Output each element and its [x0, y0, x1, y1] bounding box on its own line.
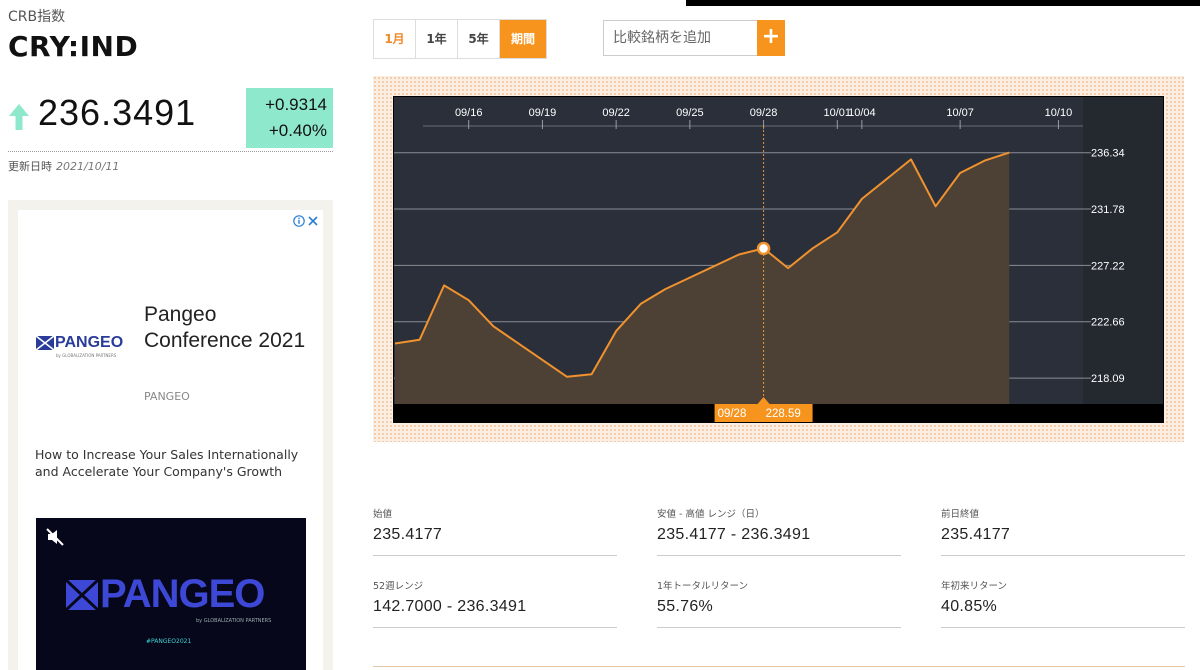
stat-label: 前日終値 [941, 509, 980, 520]
ad-logo-subtitle: by GLOBALIZATION PARTNERS [56, 353, 117, 358]
stat-value: 235.4177 [373, 526, 443, 543]
data-point[interactable] [589, 371, 595, 377]
y-tick-label: 236.34 [1091, 148, 1125, 160]
change-percent: +0.40% [268, 121, 327, 140]
updated-timestamp: 更新日時 2021/10/11 [8, 158, 119, 174]
tab-1-year[interactable]: 1年 [416, 20, 458, 58]
stat-value: 235.4177 - 236.3491 [657, 526, 811, 543]
data-point[interactable] [613, 328, 619, 334]
pangeo-logo-icon [36, 336, 54, 350]
ad-description: How to Increase Your Sales International… [35, 447, 299, 479]
x-tick-label: 09/16 [455, 107, 483, 119]
stat-52week-range: 52週レンジ 142.7000 - 236.3491 [373, 572, 617, 628]
data-point[interactable] [810, 245, 816, 251]
pangeo-video-logo-icon [66, 580, 98, 610]
ad-card[interactable]: PANGEO by GLOBALIZATION PARTNERS Pangeo … [18, 210, 323, 670]
stat-label: 始値 [373, 509, 393, 520]
updated-label: 更新日時 [8, 160, 52, 173]
crosshair-date: 09/28 [718, 408, 747, 420]
x-tick-label: 10/10 [1045, 107, 1073, 119]
ad-title[interactable]: Pangeo Conference 2021 [144, 302, 314, 354]
stat-value: 142.7000 - 236.3491 [373, 598, 527, 615]
stat-ytd-return: 年初来リターン 40.85% [941, 572, 1185, 628]
crosshair-marker [756, 241, 771, 256]
data-point[interactable] [1006, 150, 1012, 156]
index-name: CRB指数 [8, 9, 66, 25]
y-tick-label: 227.22 [1091, 260, 1125, 272]
stat-prev-close: 前日終値 235.4177 [941, 500, 1185, 556]
ad-container: PANGEO by GLOBALIZATION PARTNERS Pangeo … [8, 200, 333, 670]
stat-label: 年初来リターン [941, 581, 1008, 592]
stat-day-range: 安値 - 高値 レンジ（日） 235.4177 - 236.3491 [657, 500, 901, 556]
divider [373, 666, 1185, 667]
stat-label: 1年トータルリターン [657, 581, 749, 592]
price-row: 236.3491 +0.9314 +0.40% [8, 88, 333, 148]
stat-value: 40.85% [941, 598, 998, 615]
top-black-bar [686, 0, 1200, 6]
data-point[interactable] [441, 282, 447, 288]
ad-brand: PANGEO [144, 390, 190, 403]
x-tick-label: 09/22 [602, 107, 630, 119]
stat-open: 始値 235.4177 [373, 500, 617, 556]
x-tick-label: 09/25 [676, 107, 704, 119]
data-point[interactable] [834, 229, 840, 235]
stat-label: 安値 - 高値 レンジ（日） [657, 509, 765, 520]
data-point[interactable] [859, 196, 865, 202]
compare-widget: + [603, 20, 785, 56]
x-tick-label: 10/07 [946, 107, 974, 119]
data-point[interactable] [982, 158, 988, 164]
data-point[interactable] [785, 265, 791, 271]
chart-frame: 236.34 231.78 227.22 222.66 218.09 09/16 09/19… [373, 76, 1184, 442]
ticker-symbol: CRY:IND [8, 30, 139, 63]
x-tick-label: 10/01 [824, 107, 852, 119]
video-logo-subtitle: by GLOBALIZATION PARTNERS [196, 618, 272, 624]
divider [8, 151, 333, 152]
compare-symbol-input[interactable] [603, 20, 757, 56]
updated-date: 2021/10/11 [56, 160, 120, 173]
mute-icon[interactable] [46, 528, 64, 546]
add-compare-button[interactable]: + [757, 20, 785, 56]
data-point[interactable] [564, 374, 570, 380]
data-point[interactable] [466, 297, 472, 303]
range-tabs: 1月 1年 5年 期間 [373, 19, 547, 59]
change-absolute: +0.9314 [265, 95, 327, 114]
data-point[interactable] [417, 337, 423, 343]
current-price: 236.3491 [38, 92, 197, 133]
y-axis-panel [1083, 97, 1163, 404]
x-tick-label: 09/28 [750, 107, 778, 119]
ad-choices-icon[interactable] [293, 214, 319, 228]
data-point[interactable] [662, 286, 668, 292]
y-tick-label: 218.09 [1091, 373, 1125, 385]
y-tick-label: 231.78 [1091, 204, 1125, 216]
crosshair-value: 228.59 [766, 408, 801, 420]
data-point[interactable] [933, 203, 939, 209]
tab-5-year[interactable]: 5年 [458, 20, 500, 58]
stat-label: 52週レンジ [373, 581, 424, 592]
price-change-badge: +0.9314 +0.40% [246, 88, 333, 148]
data-point[interactable] [957, 170, 963, 176]
y-tick-label: 222.66 [1091, 317, 1125, 329]
ad-video[interactable]: PANGEO by GLOBALIZATION PARTNERS #PANGEO… [36, 518, 306, 670]
stat-1year-return: 1年トータルリターン 55.76% [657, 572, 901, 628]
tab-1-month[interactable]: 1月 [374, 20, 416, 58]
video-logo-text: PANGEO [100, 572, 265, 616]
video-hashtag: #PANGEO2021 [146, 638, 192, 645]
data-point[interactable] [736, 251, 742, 257]
ad-logo-text: PANGEO [55, 334, 124, 351]
stat-value: 55.76% [657, 598, 714, 615]
stat-value: 235.4177 [941, 526, 1011, 543]
up-arrow-icon [9, 104, 29, 130]
x-tick-label: 09/19 [529, 107, 557, 119]
data-point[interactable] [638, 301, 644, 307]
price-chart[interactable]: 236.34 231.78 227.22 222.66 218.09 09/16 09/19… [393, 96, 1164, 423]
data-point[interactable] [908, 156, 914, 162]
tab-period[interactable]: 期間 [500, 20, 546, 58]
data-point[interactable] [490, 323, 496, 329]
x-tick-label: 10/04 [848, 107, 876, 119]
